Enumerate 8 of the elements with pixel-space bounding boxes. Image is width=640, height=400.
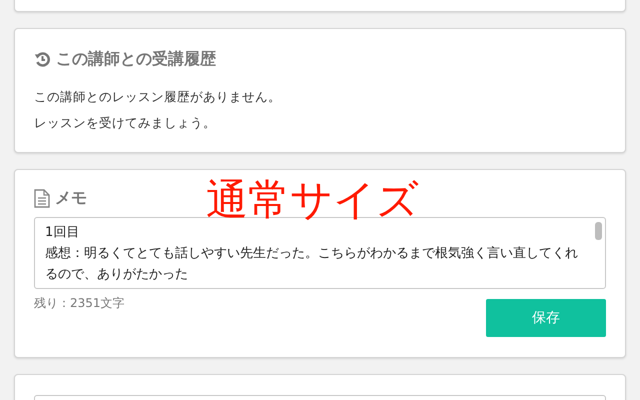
message-text: この講師とのレッスン履歴がありません。 <box>34 88 282 106</box>
message-text: レッスンを受けてみましょう。 <box>34 114 217 132</box>
remaining-count: 残り：2351文字 <box>34 295 125 312</box>
section-title: この講師との受講履歴 <box>56 49 216 70</box>
section-title: メモ <box>55 188 87 209</box>
scrollbar-thumb[interactable] <box>595 222 602 240</box>
document-icon <box>34 189 50 208</box>
history-icon <box>34 51 51 68</box>
